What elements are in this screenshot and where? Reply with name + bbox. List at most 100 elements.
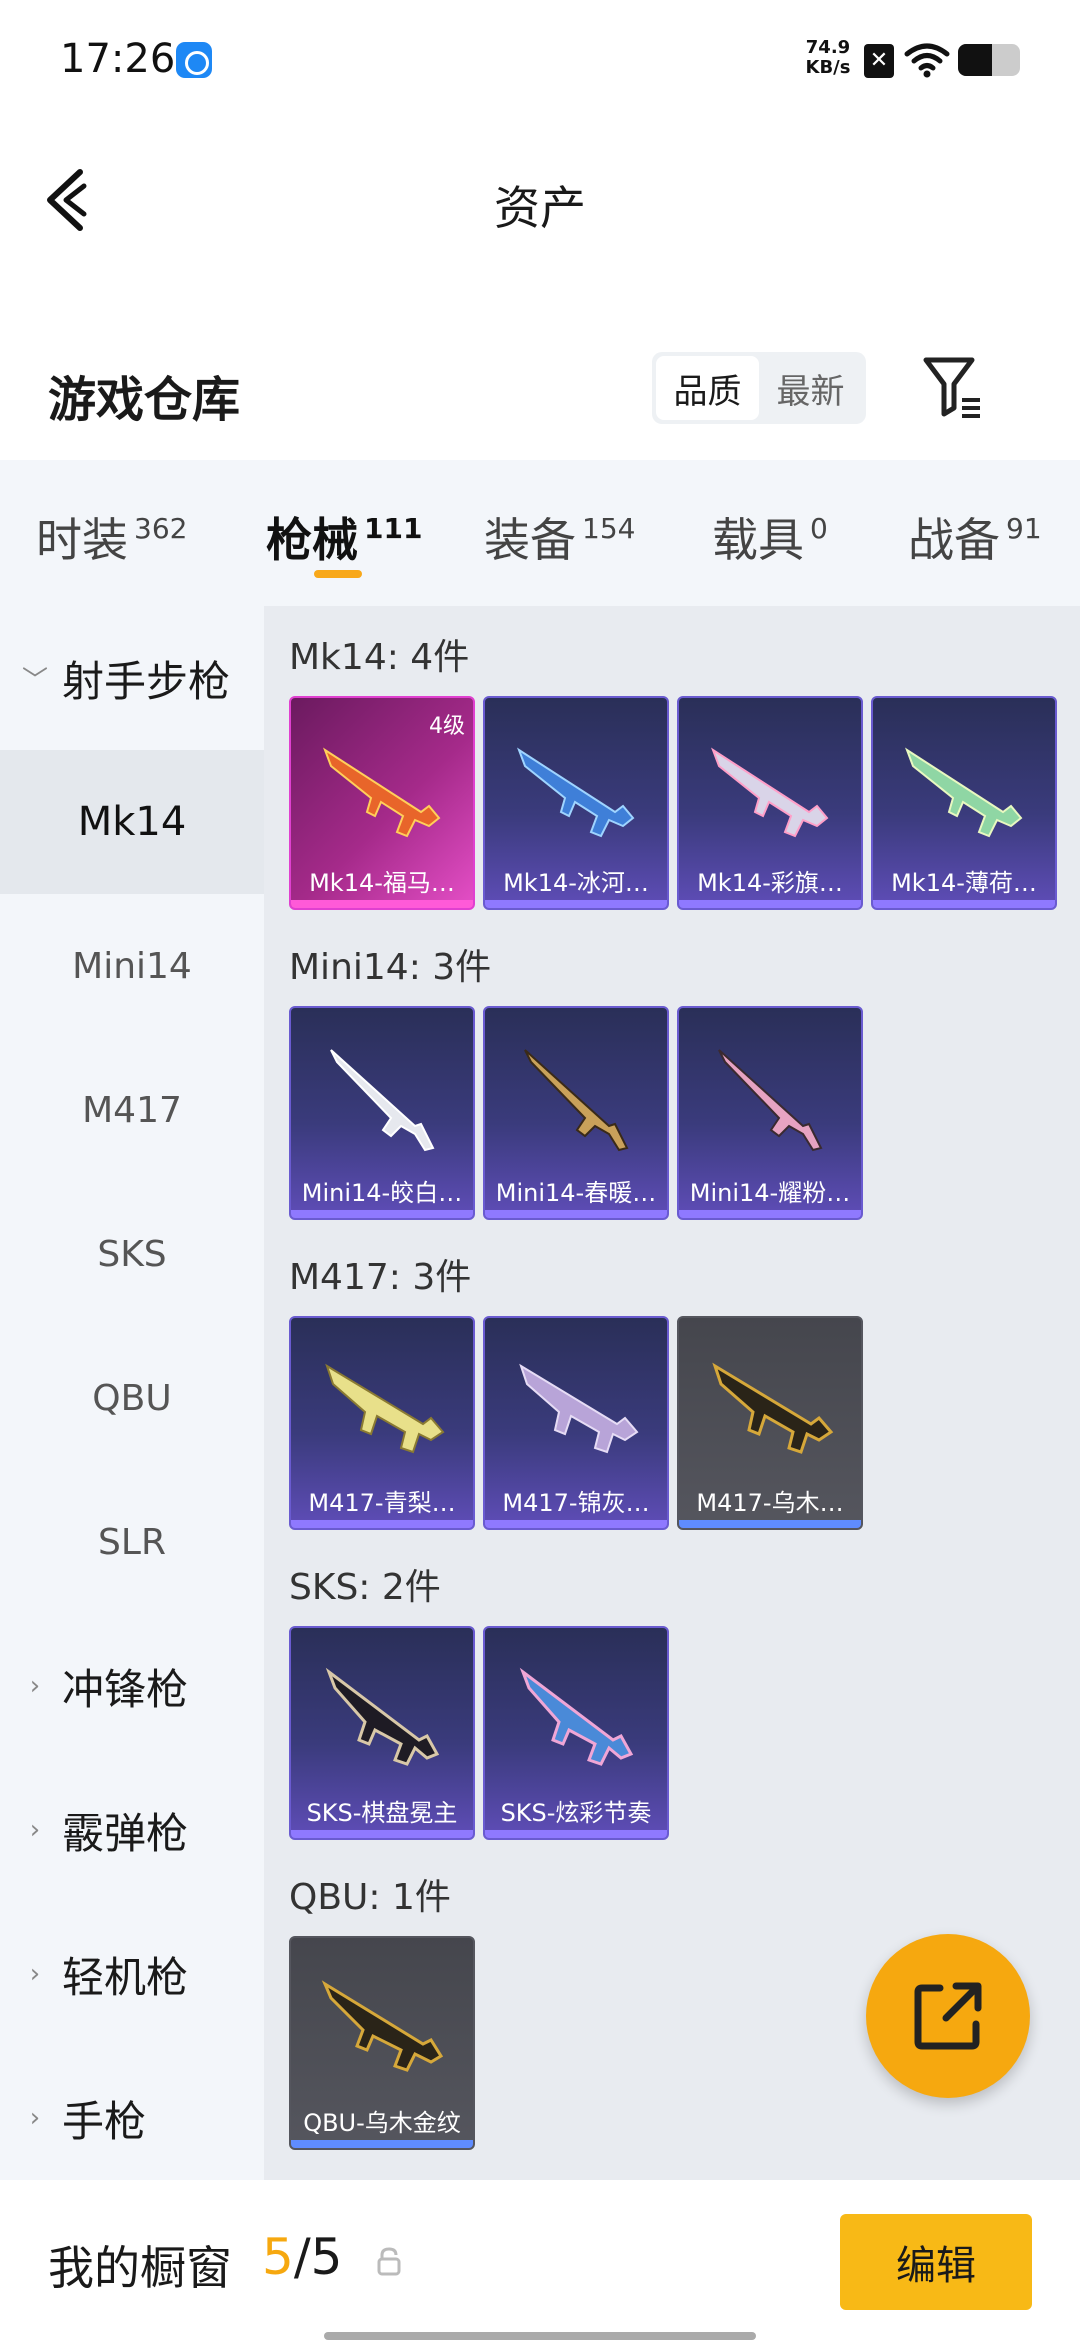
weapon-card[interactable]: Mini14-皎白…	[289, 1006, 475, 1220]
showcase-max: 5	[310, 2228, 343, 2286]
sidebar-group-lmg[interactable]: › 轻机枪	[20, 1902, 188, 2046]
weapon-name: M417-青梨…	[308, 1489, 456, 1517]
section-title-m417: M417: 3件	[289, 1257, 472, 1298]
filter-icon[interactable]	[920, 354, 984, 422]
rifle-icon	[330, 1049, 435, 1152]
showcase-bar: 我的橱窗 5/5 编辑	[0, 2180, 1080, 2344]
battery-icon	[958, 44, 1020, 76]
weapon-card[interactable]: M417-锦灰…	[483, 1316, 669, 1530]
sidebar-item-qbu[interactable]: QBU	[0, 1326, 264, 1470]
status-bar: 17:26 74.9 KB/s ✕	[0, 0, 1080, 120]
tab-guns[interactable]: 枪械 111	[266, 504, 422, 570]
weapon-card[interactable]: Mini14-耀粉…	[677, 1006, 863, 1220]
tab-gear[interactable]: 装备 154	[484, 504, 635, 570]
rarity-bar	[291, 1210, 473, 1218]
tab-fashion[interactable]: 时装 362	[36, 504, 187, 570]
weapon-name: Mk14-福马…	[309, 869, 455, 897]
network-speed-value: 74.9	[805, 37, 851, 58]
rarity-bar	[679, 1210, 861, 1218]
sidebar-item-mini14[interactable]: Mini14	[0, 894, 264, 1038]
sidebar-group-label: 手枪	[62, 2096, 147, 2146]
tab-count: 91	[1006, 512, 1042, 545]
rarity-bar	[485, 900, 667, 908]
rarity-bar	[291, 1830, 473, 1838]
weapon-card[interactable]: M417-青梨…	[289, 1316, 475, 1530]
weapon-name: Mk14-薄荷…	[891, 869, 1037, 897]
sidebar-item-slr[interactable]: SLR	[0, 1470, 264, 1614]
weapon-card[interactable]: Mk14-彩旗…	[677, 696, 863, 910]
chevron-right-icon: ›	[29, 2103, 41, 2133]
rifle-icon	[711, 747, 829, 838]
chevron-right-icon: ›	[29, 1815, 41, 1845]
rifle-icon	[524, 1049, 629, 1152]
share-button[interactable]	[866, 1934, 1030, 2098]
tab-label: 枪械	[266, 513, 358, 567]
sidebar-group-pistol[interactable]: › 手枪	[20, 2046, 146, 2190]
tab-label: 时装	[36, 513, 128, 567]
weapon-name: Mini14-皎白…	[301, 1179, 463, 1207]
rifle-icon	[517, 747, 635, 838]
weapon-name: QBU-乌木金纹	[303, 2109, 461, 2137]
showcase-label: 我的橱窗	[48, 2241, 232, 2295]
tab-supplies[interactable]: 战备 91	[908, 504, 1042, 570]
sidebar-group-marksman[interactable]: ﹀ 射手步枪	[20, 606, 230, 750]
section-title-sks: SKS: 2件	[289, 1567, 441, 1608]
weapon-card[interactable]: QBU-乌木金纹	[289, 1936, 475, 2150]
status-time: 17:26	[60, 36, 176, 82]
weapon-card[interactable]: 4级 Mk14-福马…	[289, 696, 475, 910]
rifle-icon	[905, 747, 1023, 838]
tab-label: 战备	[908, 513, 1000, 567]
tab-vehicles[interactable]: 载具 0	[712, 504, 828, 570]
sidebar-item-sks[interactable]: SKS	[0, 1182, 264, 1326]
sidebar-group-label: 霰弹枪	[62, 1808, 189, 1858]
sidebar-group-shotgun[interactable]: › 霰弹枪	[20, 1758, 188, 1902]
section-title-mk14: Mk14: 4件	[289, 637, 470, 678]
weapon-card[interactable]: Mini14-春暖…	[483, 1006, 669, 1220]
rifle-icon	[321, 1980, 444, 2072]
chevron-down-icon: ﹀	[21, 665, 48, 696]
rifle-icon	[519, 1667, 634, 1766]
wifi-icon	[904, 43, 950, 78]
network-speed: 74.9 KB/s	[798, 38, 858, 78]
sidebar-item-mk14[interactable]: Mk14	[0, 750, 264, 894]
sort-newest-option[interactable]: 最新	[759, 356, 862, 420]
showcase-current: 5	[262, 2228, 294, 2286]
rifle-icon	[519, 1363, 639, 1454]
sort-quality-option[interactable]: 品质	[656, 356, 759, 420]
tab-count: 362	[134, 512, 188, 545]
showcase-count: 5/5	[262, 2228, 342, 2286]
weapon-card[interactable]: SKS-炫彩节奏	[483, 1626, 669, 1840]
rarity-bar	[291, 900, 473, 908]
chevron-right-icon: ›	[29, 1671, 41, 1701]
rarity-bar	[291, 1520, 473, 1528]
rifle-icon	[325, 1363, 445, 1454]
weapon-card[interactable]: SKS-棋盘冕主	[289, 1626, 475, 1840]
sidebar-group-label: 轻机枪	[62, 1952, 189, 2002]
rarity-bar	[485, 1210, 667, 1218]
rifle-icon	[712, 1362, 834, 1454]
home-indicator	[324, 2332, 756, 2340]
weapon-card[interactable]: M417-乌木…	[677, 1316, 863, 1530]
weapon-name: Mk14-冰河…	[503, 869, 649, 897]
tab-label: 载具	[712, 513, 804, 567]
rifle-icon	[718, 1049, 823, 1152]
section-title-mini14: Mini14: 3件	[289, 947, 492, 988]
sidebar-group-label: 冲锋枪	[62, 1664, 189, 1714]
tab-count: 154	[582, 512, 636, 545]
weapon-name: SKS-炫彩节奏	[500, 1799, 652, 1827]
weapon-card[interactable]: Mk14-冰河…	[483, 696, 669, 910]
sidebar-item-m417[interactable]: M417	[0, 1038, 264, 1182]
sidebar-group-smg[interactable]: › 冲锋枪	[20, 1614, 188, 1758]
edit-button[interactable]: 编辑	[840, 2214, 1032, 2310]
chevron-right-icon: ›	[29, 1959, 41, 1989]
category-tab-bar: 时装 362 枪械 111 装备 154 载具 0 战备 91	[0, 460, 1080, 606]
weapon-name: Mini14-耀粉…	[689, 1179, 851, 1207]
rifle-icon	[325, 1667, 440, 1766]
header: 资产	[0, 120, 1080, 280]
rarity-bar	[485, 1830, 667, 1838]
weapon-card[interactable]: Mk14-薄荷…	[871, 696, 1057, 910]
no-sim-icon: ✕	[864, 44, 894, 78]
page-title: 资产	[494, 181, 586, 235]
rarity-bar	[485, 1520, 667, 1528]
tab-label: 装备	[484, 513, 576, 567]
